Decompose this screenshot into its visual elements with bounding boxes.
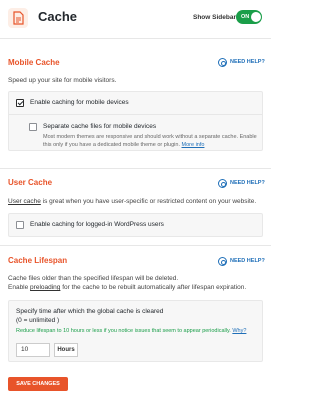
toggle-state-label: ON [241, 14, 250, 20]
separate-cache-checkbox[interactable] [29, 123, 37, 131]
save-changes-button[interactable]: SAVE CHANGES [8, 377, 68, 391]
user-cache-checkbox[interactable] [16, 221, 24, 229]
need-help-label: NEED HELP? [230, 258, 265, 264]
lifebuoy-icon [218, 257, 227, 266]
mobile-cache-card: Enable caching for mobile devices Separa… [8, 91, 263, 151]
user-cache-title: User Cache [8, 178, 53, 187]
lifespan-tip: Reduce lifespan to 10 hours or less if y… [16, 328, 247, 334]
cache-lifespan-card: Specify time after which the global cach… [8, 300, 263, 362]
page-header: Cache Show Sidebar ON [0, 0, 271, 38]
why-link[interactable]: Why? [232, 328, 246, 334]
show-sidebar-label: Show Sidebar [193, 14, 236, 21]
lifebuoy-icon [218, 179, 227, 188]
more-info-link[interactable]: More info [182, 142, 205, 148]
cache-lifespan-description: Cache files older than the specified lif… [8, 275, 247, 291]
card-divider [9, 114, 262, 115]
cache-lifespan-title: Cache Lifespan [8, 256, 68, 265]
lifespan-field-label: Specify time after which the global cach… [16, 308, 164, 324]
separate-cache-description: Most modern themes are responsive and sh… [43, 134, 257, 148]
mobile-cache-title: Mobile Cache [8, 58, 60, 67]
user-cache-label: Enable caching for logged-in WordPress u… [30, 221, 164, 228]
mobile-cache-checkbox[interactable] [16, 99, 24, 107]
lifebuoy-icon [218, 58, 227, 67]
section-divider [0, 168, 271, 169]
document-icon [8, 8, 28, 28]
user-cache-card: Enable caching for logged-in WordPress u… [8, 213, 263, 237]
need-help-label: NEED HELP? [230, 59, 265, 65]
need-help-label: NEED HELP? [230, 180, 265, 186]
show-sidebar-toggle[interactable]: ON [236, 10, 262, 24]
lifespan-unit: Hours [54, 343, 78, 357]
header-divider [0, 38, 271, 39]
page-title: Cache [38, 9, 78, 24]
preloading-link[interactable]: preloading [30, 284, 60, 291]
user-cache-description: User cache is great when you have user-s… [8, 198, 257, 205]
mobile-cache-label: Enable caching for mobile devices [30, 99, 129, 106]
section-divider [0, 245, 271, 246]
toggle-knob [251, 12, 261, 22]
separate-cache-label: Separate cache files for mobile devices [43, 123, 157, 130]
lifespan-input[interactable]: 10 [16, 343, 50, 357]
mobile-cache-description: Speed up your site for mobile visitors. [8, 77, 117, 84]
user-cache-link[interactable]: User cache [8, 198, 41, 205]
